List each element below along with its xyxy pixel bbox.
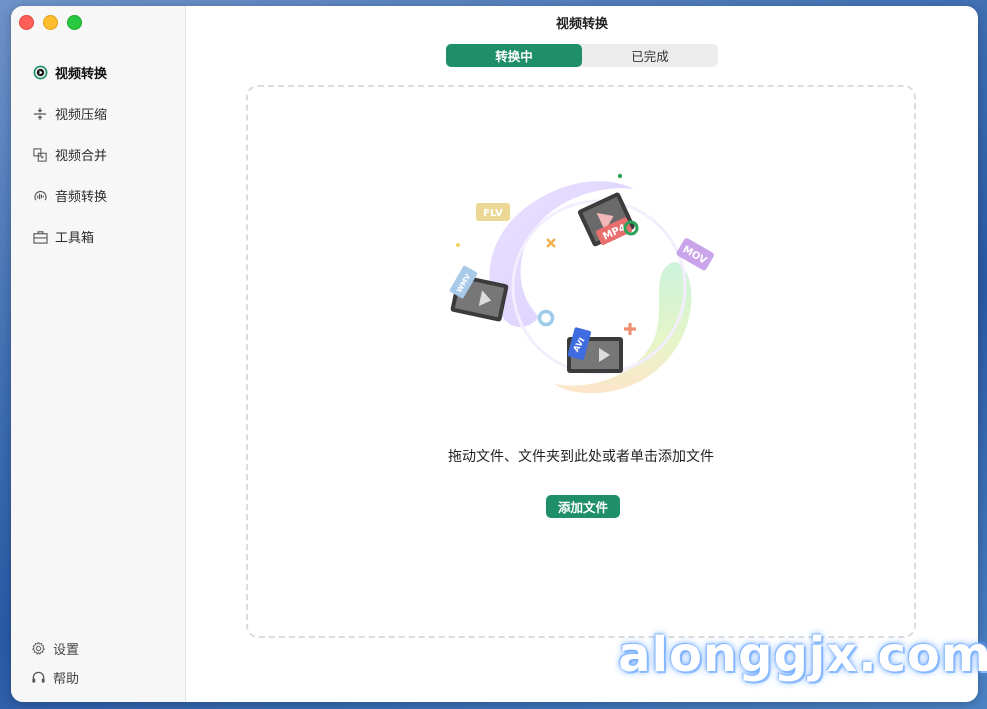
mp4-film-icon: MP4	[577, 192, 635, 247]
flv-tag: FLV	[476, 203, 510, 221]
tab-completed[interactable]: 已完成	[582, 44, 718, 67]
sidebar-item-video-merge[interactable]: 视频合并	[11, 134, 185, 175]
format-illustration: FLV MP4 MOV WMV AVI	[444, 169, 734, 401]
settings-button[interactable]: 设置	[11, 634, 185, 663]
avi-film-icon: AVI	[567, 327, 623, 373]
watermark-logo: alonggjx.com	[618, 627, 987, 683]
sidebar-item-video-convert[interactable]: 视频转换	[11, 52, 185, 93]
file-drop-zone[interactable]: FLV MP4 MOV WMV AVI 拖动文件、文件夹到此处或者单击添加文件 …	[246, 85, 916, 638]
window-title: 视频转换	[555, 17, 608, 32]
close-window-button[interactable]	[19, 15, 34, 30]
sidebar-item-video-compress[interactable]: 视频压缩	[11, 93, 185, 134]
sidebar-item-label: 音频转换	[55, 190, 108, 205]
drop-instructions: 拖动文件、文件夹到此处或者单击添加文件	[448, 449, 714, 465]
tab-converting[interactable]: 转换中	[446, 44, 582, 67]
flv-label: FLV	[483, 208, 503, 219]
headset-icon	[30, 670, 46, 686]
sidebar-nav: 视频转换 视频压缩 视频合并 音频转换 工具箱	[11, 52, 185, 257]
convert-icon	[32, 65, 48, 81]
zoom-window-button[interactable]	[67, 15, 82, 30]
sidebar-bottom: 设置 帮助	[11, 634, 185, 692]
help-button[interactable]: 帮助	[11, 663, 185, 692]
help-label: 帮助	[53, 672, 80, 687]
minimize-window-button[interactable]	[43, 15, 58, 30]
gear-icon	[30, 641, 46, 657]
add-file-button[interactable]: 添加文件	[546, 495, 620, 518]
sidebar-item-label: 视频压缩	[55, 108, 108, 123]
sidebar-item-label: 视频转换	[55, 67, 108, 82]
window-controls	[19, 15, 82, 30]
toolbox-icon	[32, 229, 48, 245]
merge-icon	[32, 147, 48, 163]
status-tabs: 转换中 已完成	[446, 44, 718, 67]
sidebar-item-audio-convert[interactable]: 音频转换	[11, 175, 185, 216]
audio-icon	[32, 188, 48, 204]
compress-icon	[32, 106, 48, 122]
sidebar-item-label: 视频合并	[55, 149, 108, 164]
app-window: 视频转换 视频压缩 视频合并 音频转换 工具箱 设置 帮助 视频转换 转换中 已…	[11, 6, 978, 702]
sidebar: 视频转换 视频压缩 视频合并 音频转换 工具箱 设置 帮助	[11, 6, 186, 702]
sidebar-item-toolbox[interactable]: 工具箱	[11, 216, 185, 257]
main-panel: 视频转换 转换中 已完成 FLV MP4 MOV WMV AVI 拖动文件、文件…	[186, 6, 978, 702]
sidebar-item-label: 工具箱	[55, 231, 95, 246]
settings-label: 设置	[53, 643, 80, 658]
